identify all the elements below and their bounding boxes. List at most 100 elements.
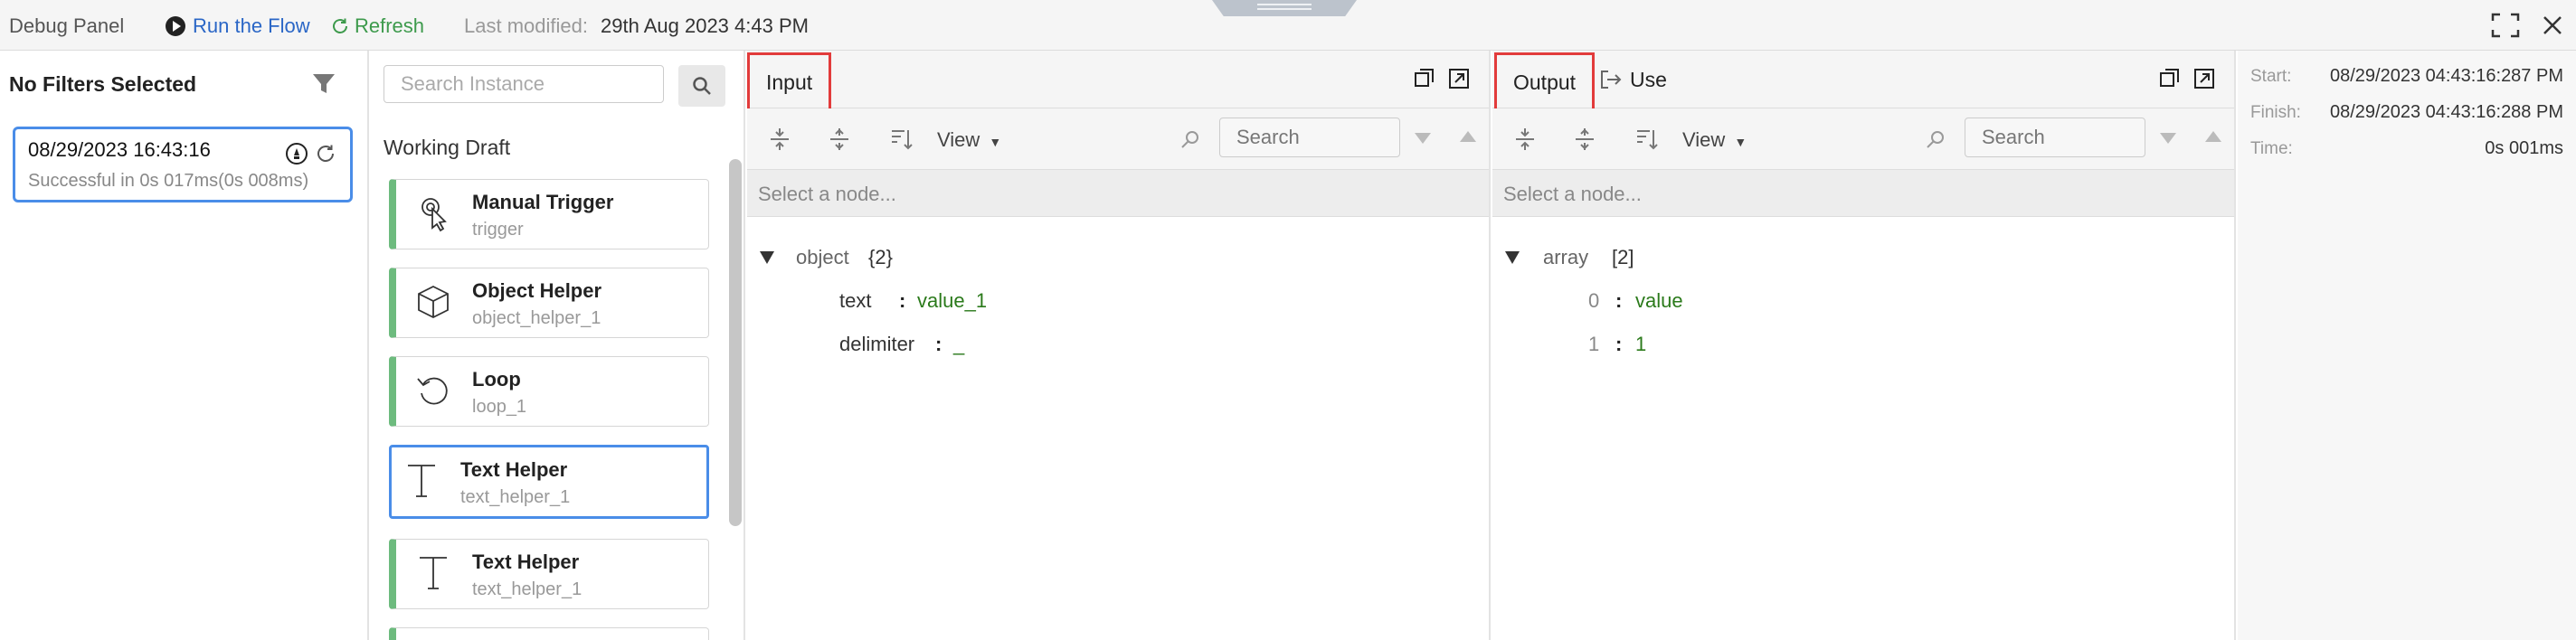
search-icon	[1181, 131, 1198, 148]
panel-title: Debug Panel	[9, 14, 125, 37]
refresh-icon[interactable]	[329, 15, 351, 37]
tree-colon: :	[935, 333, 942, 355]
prev-match-icon[interactable]	[2203, 128, 2223, 145]
view-dropdown[interactable]: View ▼	[1682, 128, 1747, 152]
search-icon	[693, 77, 711, 95]
view-dropdown[interactable]: View ▼	[937, 128, 1001, 152]
search-button[interactable]	[678, 65, 725, 107]
nodes-scrollbar[interactable]	[729, 159, 742, 526]
run-status: Successful in 0s 017ms(0s 008ms)	[28, 171, 309, 191]
output-panel: Output Use View ▼ Select a node... array…	[1492, 51, 2236, 640]
select-node-text: Select a node...	[1503, 183, 1642, 205]
sort-icon[interactable]	[888, 127, 914, 152]
node-title: Text Helper	[472, 551, 580, 573]
tree-colon: :	[899, 289, 906, 312]
cube-icon	[418, 285, 449, 319]
expand-all-icon[interactable]	[767, 127, 792, 152]
tree-root-count: [2]	[1612, 246, 1634, 268]
open-external-icon[interactable]	[2192, 67, 2216, 90]
time-value: 0s 001ms	[2485, 138, 2563, 158]
panel-resize-handle[interactable]	[1212, 0, 1357, 16]
start-value: 08/29/2023 04:43:16:287 PM	[2330, 66, 2563, 86]
finish-value: 08/29/2023 04:43:16:288 PM	[2330, 102, 2563, 122]
working-draft-label: Working Draft	[384, 136, 511, 159]
node-subtitle: text_helper_1	[460, 487, 571, 507]
input-tab[interactable]: Input	[747, 52, 832, 112]
search-icon	[1927, 131, 1944, 148]
tree-entry-value[interactable]: value	[1635, 289, 1683, 313]
node-title: Loop	[472, 368, 521, 391]
tree-entry-key: delimiter	[839, 333, 915, 355]
rerun-icon[interactable]	[314, 142, 337, 165]
time-label: Time:	[2250, 139, 2293, 158]
collapse-all-icon[interactable]	[827, 127, 852, 152]
input-header	[747, 51, 1489, 108]
refresh-button[interactable]: Refresh	[355, 14, 424, 38]
view-label: View	[1682, 128, 1726, 151]
expand-all-icon[interactable]	[1512, 127, 1538, 152]
run-card[interactable]: 08/29/2023 16:43:16 Successful in 0s 017…	[13, 127, 353, 202]
select-node-text: Select a node...	[758, 183, 896, 205]
copy-icon[interactable]	[1413, 67, 1436, 90]
play-icon[interactable]	[166, 16, 185, 36]
run-time: 08/29/2023 16:43:16	[28, 138, 211, 161]
loop-icon	[417, 377, 448, 405]
sort-icon[interactable]	[1634, 127, 1659, 152]
node-card-text-helper-selected[interactable]: Text Helper text_helper_1	[389, 445, 709, 519]
tree-entry-value[interactable]: value_1	[917, 289, 987, 313]
tree-colon: :	[1615, 289, 1623, 312]
tree-entry-key: text	[839, 289, 872, 312]
node-card-loop[interactable]: Loop loop_1	[389, 356, 709, 427]
pointer-icon	[421, 198, 447, 232]
input-select-bar: Select a node...	[747, 170, 1489, 217]
node-title: Object Helper	[472, 279, 602, 302]
copy-icon[interactable]	[2158, 67, 2182, 90]
open-external-icon[interactable]	[1447, 67, 1471, 90]
output-tab[interactable]: Output	[1494, 52, 1596, 112]
tree-root-key: array	[1543, 246, 1589, 268]
filter-icon[interactable]	[311, 72, 336, 96]
tree-colon: :	[1615, 333, 1623, 355]
next-match-icon[interactable]	[2158, 130, 2178, 146]
node-subtitle: loop_1	[472, 397, 527, 417]
output-select-bar: Select a node...	[1492, 170, 2234, 217]
text-t-icon	[420, 557, 447, 589]
node-subtitle: trigger	[472, 220, 524, 240]
use-button[interactable]: Use	[1630, 68, 1667, 92]
fullscreen-icon[interactable]	[2491, 13, 2520, 38]
collapse-all-icon[interactable]	[1572, 127, 1597, 152]
close-icon[interactable]	[2540, 13, 2565, 38]
node-title: Text Helper	[460, 458, 568, 481]
tree-entry-value[interactable]: 1	[1635, 333, 1646, 356]
last-modified-value: 29th Aug 2023 4:43 PM	[601, 14, 809, 37]
node-subtitle: text_helper_1	[472, 579, 582, 599]
node-card-text-helper[interactable]: Text Helper text_helper_1	[389, 539, 709, 609]
filters-label: No Filters Selected	[9, 72, 197, 96]
prev-match-icon[interactable]	[1458, 128, 1478, 145]
tree-root-key: object	[796, 246, 849, 268]
output-search-field[interactable]	[1965, 118, 2145, 157]
text-t-icon	[408, 465, 435, 497]
timing-column: Start: 08/29/2023 04:43:16:287 PM Finish…	[2238, 51, 2576, 640]
input-panel: Input View ▼ Select a node... object {2}…	[747, 51, 1491, 640]
run-flow-button[interactable]: Run the Flow	[193, 14, 310, 38]
input-search-field[interactable]	[1219, 118, 1400, 157]
last-modified-label: Last modified:	[464, 14, 588, 37]
next-match-icon[interactable]	[1413, 130, 1433, 146]
node-card-object-helper[interactable]: Object Helper object_helper_1	[389, 268, 709, 338]
node-card-manual-trigger[interactable]: Manual Trigger trigger	[389, 179, 709, 249]
tree-toggle-caret[interactable]	[1505, 251, 1520, 264]
chevron-down-icon: ▼	[989, 135, 1002, 149]
view-label: View	[937, 128, 980, 151]
node-subtitle: object_helper_1	[472, 308, 601, 328]
use-icon[interactable]	[1599, 69, 1623, 90]
finish-label: Finish:	[2250, 103, 2301, 122]
node-title: Manual Trigger	[472, 191, 614, 213]
node-card-partial[interactable]	[389, 627, 709, 640]
search-instance-input[interactable]	[384, 65, 664, 103]
tree-entry-value[interactable]: _	[953, 333, 964, 356]
run-type-icon	[286, 143, 308, 165]
chevron-down-icon: ▼	[1734, 135, 1747, 149]
tree-root-count: {2}	[868, 246, 893, 268]
tree-toggle-caret[interactable]	[760, 251, 774, 264]
